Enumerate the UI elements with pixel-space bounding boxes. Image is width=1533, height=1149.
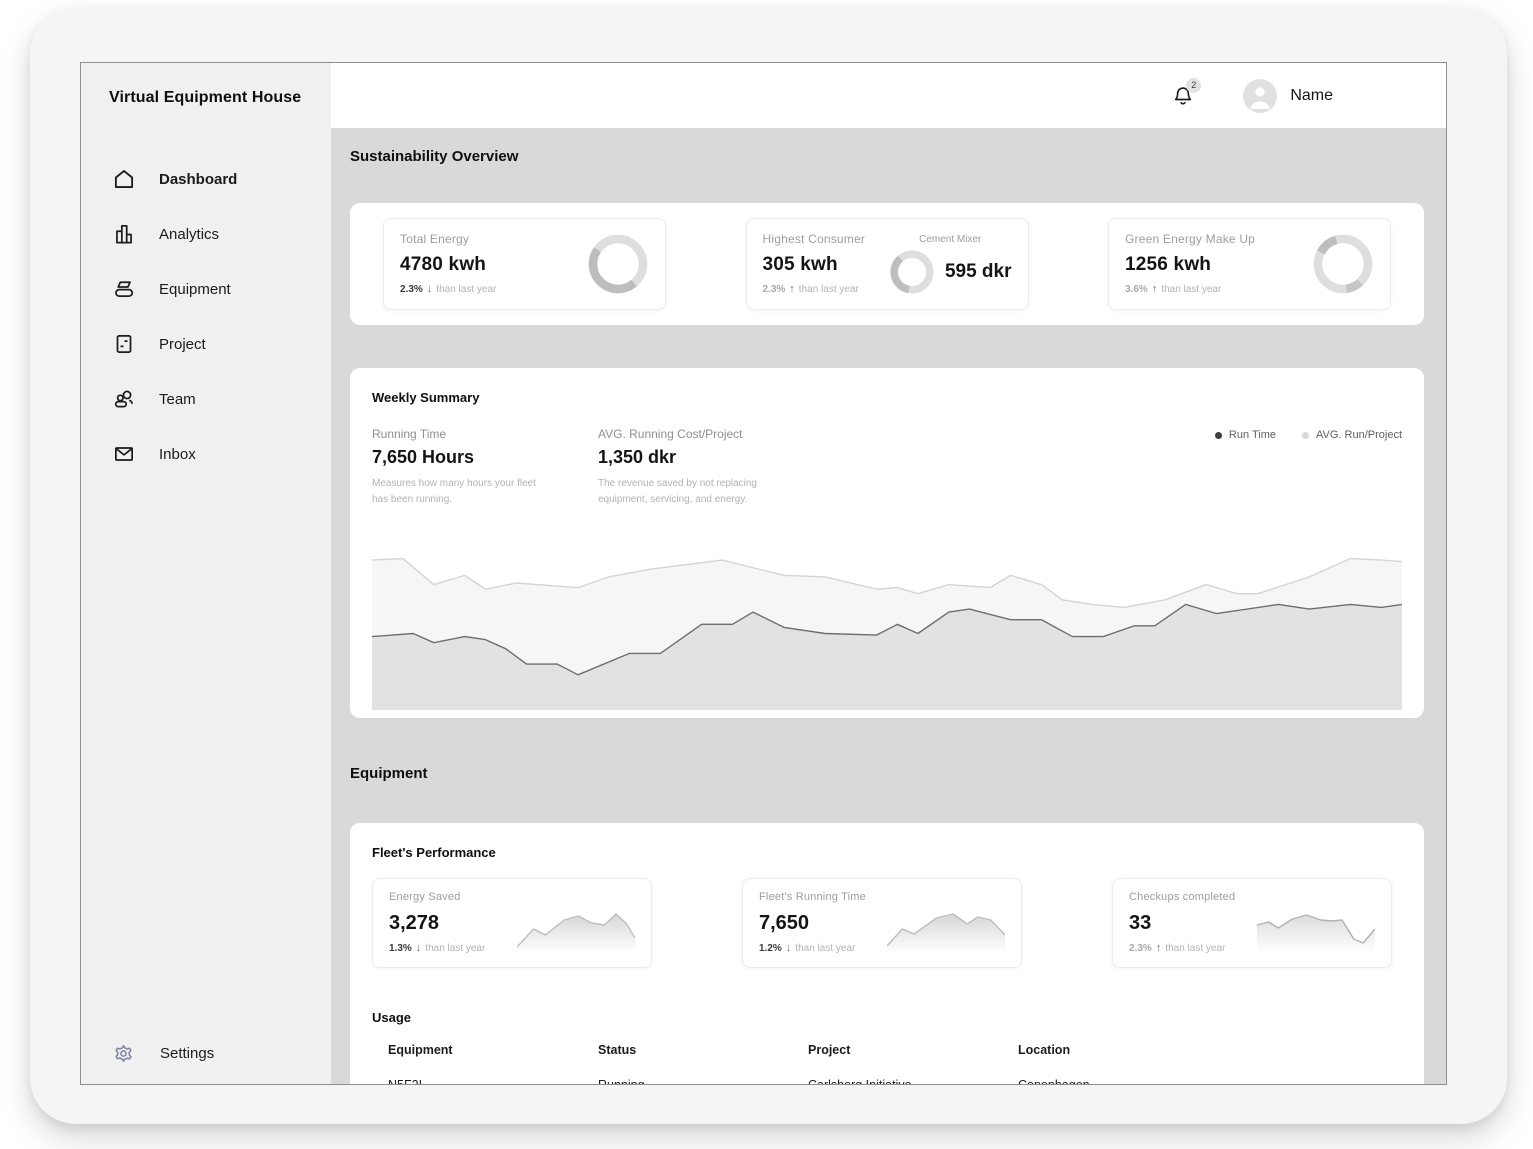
section-title-sustainability: Sustainability Overview [350, 148, 1424, 165]
highest-consumer-donut [889, 249, 935, 295]
equipment-card: Fleet's Performance Energy Saved 3,278 1… [350, 823, 1424, 1084]
inbox-envelope-icon [111, 441, 137, 467]
weekly-summary-title: Weekly Summary [372, 390, 1402, 405]
arrow-down-icon: ↓ [427, 283, 433, 295]
cell-location: Copenhagen [1018, 1078, 1402, 1084]
arrow-up-icon: ↑ [1152, 283, 1158, 295]
sidebar-item-label: Equipment [159, 281, 231, 298]
card-label: Green Energy Make Up [1125, 232, 1255, 246]
running-time-stat: Running Time 7,650 Hours Measures how ma… [372, 427, 598, 507]
card-value: 4780 kwh [400, 254, 496, 276]
arrow-up-icon: ↑ [1156, 942, 1162, 954]
cell-project: Carlsberg Initiative [808, 1078, 1018, 1084]
user-avatar[interactable] [1243, 79, 1277, 113]
highest-consumer-card: Highest Consumer 305 kwh 2.3% ↑ than las… [746, 218, 1029, 310]
sustainability-cards-strip: Total Energy 4780 kwh 2.3% ↓ than last y… [350, 203, 1424, 325]
sidebar-item-label: Inbox [159, 446, 196, 463]
app-title: Virtual Equipment House [81, 63, 331, 107]
consumer-name-label: Cement Mixer [919, 234, 981, 245]
column-header: Equipment [388, 1043, 598, 1057]
usage-table-header: Equipment Status Project Location [372, 1043, 1402, 1057]
usage-title: Usage [372, 1010, 1402, 1025]
home-icon [111, 166, 137, 192]
sidebar-item-dashboard[interactable]: Dashboard [81, 163, 331, 195]
green-energy-card: Green Energy Make Up 1256 kwh 3.6% ↑ tha… [1108, 218, 1391, 310]
sidebar-item-label: Team [159, 391, 196, 408]
sidebar-nav: Dashboard Analytics Equipment [81, 163, 331, 470]
sidebar-item-label: Dashboard [159, 171, 237, 188]
equipment-icon [111, 276, 137, 302]
column-header: Status [598, 1043, 808, 1057]
sidebar-item-equipment[interactable]: Equipment [81, 273, 331, 305]
checkups-sparkline [1257, 903, 1375, 953]
gear-icon [111, 1041, 136, 1066]
fleet-running-sparkline [887, 903, 1005, 953]
card-delta: 1.3% ↓ than last year [389, 942, 485, 954]
weekly-summary-card: Weekly Summary Running Time 7,650 Hours … [350, 368, 1424, 718]
device-frame: Virtual Equipment House Dashboard Analyt… [30, 8, 1507, 1124]
bar-chart-icon [111, 221, 137, 247]
card-delta: 2.3% ↑ than last year [1129, 942, 1235, 954]
column-header: Project [808, 1043, 1018, 1057]
total-energy-card: Total Energy 4780 kwh 2.3% ↓ than last y… [383, 218, 666, 310]
project-doc-icon [111, 331, 137, 357]
sidebar-item-analytics[interactable]: Analytics [81, 218, 331, 250]
fleet-performance-title: Fleet's Performance [372, 845, 1402, 860]
card-delta: 3.6% ↑ than last year [1125, 283, 1255, 295]
sidebar-item-settings[interactable]: Settings [81, 1041, 214, 1066]
card-label: Highest Consumer [763, 232, 866, 246]
card-delta: 2.3% ↑ than last year [763, 283, 866, 295]
energy-saved-sparkline [517, 903, 635, 953]
sidebar-item-project[interactable]: Project [81, 328, 331, 360]
topbar: 2 Name [331, 63, 1446, 128]
column-header: Location [1018, 1043, 1402, 1057]
person-icon [1243, 79, 1277, 113]
main-content: Sustainability Overview Total Energy 478… [331, 128, 1446, 1084]
cell-status: Running [598, 1078, 808, 1084]
sidebar-item-label: Analytics [159, 226, 219, 243]
legend-dot-light [1302, 432, 1309, 439]
section-title-equipment: Equipment [350, 765, 1424, 782]
legend-run-time: Run Time [1215, 429, 1276, 441]
sidebar-item-label: Project [159, 336, 206, 353]
arrow-down-icon: ↓ [416, 942, 422, 954]
card-value: 305 kwh [763, 254, 866, 276]
card-label: Total Energy [400, 232, 496, 246]
arrow-down-icon: ↓ [786, 942, 792, 954]
chart-legend: Run Time AVG. Run/Project [1215, 429, 1402, 441]
cell-equipment: N5F2I [388, 1078, 598, 1084]
legend-dot-dark [1215, 432, 1222, 439]
fleet-cards-row: Energy Saved 3,278 1.3% ↓ than last year [372, 878, 1402, 968]
notifications-button[interactable]: 2 [1169, 82, 1197, 110]
avg-cost-stat: AVG. Running Cost/Project 1,350 dkr The … [598, 427, 824, 507]
card-delta: 1.2% ↓ than last year [759, 942, 866, 954]
usage-table-row[interactable]: N5F2I Running Carlsberg Initiative Copen… [372, 1078, 1402, 1084]
card-delta: 2.3% ↓ than last year [400, 283, 496, 295]
sidebar-item-inbox[interactable]: Inbox [81, 438, 331, 470]
weekly-area-chart [372, 557, 1402, 710]
team-icon [111, 386, 137, 412]
energy-saved-card: Energy Saved 3,278 1.3% ↓ than last year [372, 878, 652, 968]
app-window: Virtual Equipment House Dashboard Analyt… [80, 62, 1447, 1085]
total-energy-donut [587, 233, 649, 295]
sidebar-item-label: Settings [160, 1045, 214, 1062]
green-energy-donut [1312, 233, 1374, 295]
checkups-completed-card: Checkups completed 33 2.3% ↑ than last y… [1112, 878, 1392, 968]
sidebar: Virtual Equipment House Dashboard Analyt… [81, 63, 331, 1084]
fleet-running-time-card: Fleet's Running Time 7,650 1.2% ↓ than l… [742, 878, 1022, 968]
notification-badge: 2 [1186, 78, 1201, 93]
usage-table: Equipment Status Project Location N5F2I … [372, 1043, 1402, 1084]
user-name[interactable]: Name [1290, 87, 1333, 105]
arrow-up-icon: ↑ [789, 283, 795, 295]
sidebar-item-team[interactable]: Team [81, 383, 331, 415]
consumer-cost-value: 595 dkr [945, 261, 1012, 283]
card-value: 1256 kwh [1125, 254, 1255, 276]
legend-avg-run: AVG. Run/Project [1302, 429, 1402, 441]
